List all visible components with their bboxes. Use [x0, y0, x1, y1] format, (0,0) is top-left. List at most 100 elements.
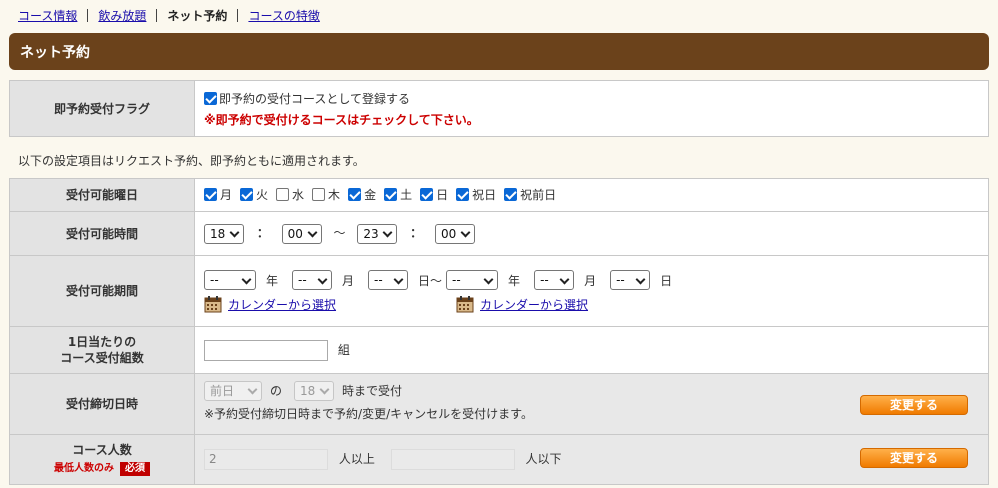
deadline-hour-select[interactable]: 18	[294, 380, 335, 401]
instant-flag-label: 即予約の受付コースとして登録する	[219, 91, 411, 106]
start-month-select[interactable]: --	[292, 270, 333, 290]
deadline-hour-value: 18	[300, 383, 316, 398]
deadline-change-button[interactable]: 変更する	[860, 395, 968, 415]
day-tue-checkbox[interactable]	[240, 188, 254, 201]
day-tue-label: 火	[256, 188, 269, 202]
start-day-value: --	[374, 273, 383, 287]
people-change-button[interactable]: 変更する	[860, 448, 968, 468]
days-header: 受付可能曜日	[9, 178, 195, 212]
day-mon[interactable]: 月	[204, 186, 232, 203]
settings-note: 以下の設定項目はリクエスト予約、即予約ともに適用されます。	[18, 154, 365, 168]
tab-course-features[interactable]: コースの特徴	[248, 7, 319, 24]
start-calendar-link[interactable]: カレンダーから選択	[228, 296, 336, 313]
end-hour-value: 23	[363, 226, 379, 241]
chevron-down-icon	[308, 229, 317, 238]
day-pre-holiday[interactable]: 祝前日	[504, 186, 556, 203]
time-colon: ：	[256, 226, 269, 240]
groups-unit: 組	[337, 342, 350, 357]
day-wed-label: 水	[292, 188, 305, 202]
start-day-select[interactable]: --	[368, 270, 409, 290]
day-sat-checkbox[interactable]	[384, 188, 398, 201]
groups-header-line2: コース受付組数	[60, 351, 144, 365]
flag-checkbox-row[interactable]: 即予約の受付コースとして登録する	[204, 90, 988, 107]
end-day-unit: 日	[660, 273, 673, 288]
groups-per-day-input[interactable]	[204, 339, 328, 361]
flag-cell: 即予約の受付コースとして登録する ※即予約で受付けるコースはチェックして下さい。	[194, 80, 989, 137]
deadline-day-select[interactable]: 前日	[204, 380, 262, 401]
end-month-select[interactable]: --	[534, 270, 575, 290]
tab-separator	[237, 8, 239, 22]
day-thu-checkbox[interactable]	[312, 188, 326, 201]
day-fri[interactable]: 金	[348, 186, 376, 203]
day-fri-checkbox[interactable]	[348, 188, 362, 201]
start-minute-value: 00	[287, 226, 303, 241]
day-sat-label: 土	[400, 188, 413, 202]
day-holiday[interactable]: 祝日	[456, 186, 496, 203]
end-minute-value: 00	[441, 226, 457, 241]
chevron-down-icon	[230, 229, 239, 238]
days-cell: 月 火 水 木 金 土 日 祝日 祝前日	[194, 178, 989, 212]
page-title: ネット予約	[20, 44, 90, 61]
day-holiday-checkbox[interactable]	[456, 188, 470, 201]
day-mon-label: 月	[220, 188, 233, 202]
chevron-down-icon	[461, 229, 470, 238]
people-header-label: コース人数	[72, 443, 132, 457]
start-hour-select[interactable]: 18	[204, 223, 244, 244]
deadline-header: 受付締切日時	[9, 373, 195, 435]
end-month-unit: 月	[584, 273, 597, 288]
instant-flag-checkbox[interactable]	[204, 91, 217, 105]
day-sat[interactable]: 土	[384, 186, 412, 203]
min-people-input[interactable]: 2	[204, 449, 328, 470]
start-year-select[interactable]: --	[204, 270, 256, 290]
start-year-unit: 年	[266, 273, 279, 288]
tab-separator	[87, 8, 89, 22]
day-wed[interactable]: 水	[276, 186, 304, 203]
day-sun[interactable]: 日	[420, 186, 448, 203]
day-thu[interactable]: 木	[312, 186, 340, 203]
groups-cell: 組	[194, 326, 989, 374]
chevron-down-icon	[320, 386, 329, 395]
day-sun-checkbox[interactable]	[420, 188, 434, 201]
required-badge: 必須	[120, 462, 150, 476]
time-cell: 18 ： 00 〜 23 ： 00	[194, 211, 989, 256]
end-day-select[interactable]: --	[610, 270, 651, 290]
flag-header: 即予約受付フラグ	[9, 80, 195, 137]
instant-flag-warning: ※即予約で受付けるコースはチェックして下さい。	[204, 112, 479, 127]
day-wed-checkbox[interactable]	[276, 188, 290, 201]
start-hour-value: 18	[210, 226, 226, 241]
groups-header: 1日当たりの コース受付組数	[9, 326, 195, 374]
start-month-unit: 月	[342, 273, 355, 288]
day-thu-label: 木	[328, 188, 341, 202]
day-mon-checkbox[interactable]	[204, 188, 217, 201]
deadline-suffix: 時まで受付	[342, 384, 403, 398]
end-year-select[interactable]: --	[446, 270, 499, 290]
start-minute-select[interactable]: 00	[281, 223, 322, 244]
deadline-of: の	[270, 384, 283, 398]
start-calendar-picker[interactable]: カレンダーから選択	[204, 295, 456, 313]
time-tilde: 〜	[333, 226, 346, 240]
chevron-down-icon	[560, 276, 569, 285]
chevron-down-icon	[318, 276, 327, 285]
day-sun-label: 日	[436, 188, 449, 202]
end-day-value: --	[616, 273, 625, 287]
period-cell: -- 年 -- 月 -- 日〜 -- 年 -- 月 -- 日 カレンダーから選択…	[194, 255, 989, 327]
chevron-down-icon	[394, 276, 403, 285]
end-minute-select[interactable]: 00	[435, 223, 476, 244]
period-header: 受付可能期間	[9, 255, 195, 327]
end-calendar-picker[interactable]: カレンダーから選択	[456, 295, 588, 313]
day-pre-holiday-label: 祝前日	[520, 188, 557, 202]
day-tue[interactable]: 火	[240, 186, 268, 203]
day-holiday-label: 祝日	[472, 188, 497, 202]
end-calendar-link[interactable]: カレンダーから選択	[480, 296, 588, 313]
chevron-down-icon	[484, 276, 493, 285]
day-pre-holiday-checkbox[interactable]	[504, 188, 518, 201]
end-hour-select[interactable]: 23	[357, 223, 398, 244]
time-colon: ：	[410, 226, 423, 240]
max-people-input[interactable]	[390, 449, 515, 470]
min-only-note: 最低人数のみ	[54, 463, 114, 474]
tab-course-info[interactable]: コース情報	[18, 7, 77, 24]
reservation-settings-table: 受付可能曜日 月火水木金土日祝日 祝前日 受付可能時間 18 ： 00 〜 23 …	[9, 178, 989, 485]
deadline-day-value: 前日	[210, 384, 235, 398]
tab-net-reservation: ネット予約	[167, 8, 228, 23]
tab-all-you-can-drink[interactable]: 飲み放題	[98, 7, 146, 24]
